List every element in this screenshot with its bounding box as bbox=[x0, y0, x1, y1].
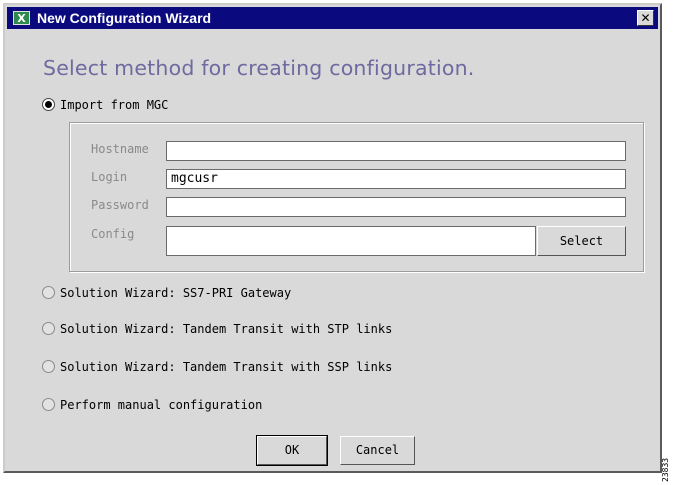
radio-unselected-icon[interactable] bbox=[42, 398, 55, 411]
close-icon: ✕ bbox=[640, 11, 651, 25]
config-label: Config bbox=[91, 227, 135, 241]
login-label: Login bbox=[91, 170, 128, 184]
radio-selected-icon[interactable] bbox=[42, 98, 55, 111]
login-input[interactable]: mgcusr bbox=[166, 169, 626, 189]
hostname-input[interactable] bbox=[166, 141, 626, 161]
option-label: Import from MGC bbox=[60, 98, 169, 112]
hostname-label: Hostname bbox=[91, 142, 149, 156]
radio-dot bbox=[45, 101, 52, 108]
radio-unselected-icon[interactable] bbox=[42, 360, 55, 373]
window-title: New Configuration Wizard bbox=[37, 10, 212, 26]
cancel-button[interactable]: Cancel bbox=[340, 436, 415, 465]
radio-unselected-icon[interactable] bbox=[42, 286, 55, 299]
figure-id: 23833 bbox=[661, 457, 670, 482]
close-button[interactable]: ✕ bbox=[637, 10, 654, 26]
select-config-button[interactable]: Select bbox=[537, 226, 626, 256]
page-heading: Select method for creating configuration… bbox=[43, 56, 475, 80]
option-label: Solution Wizard: Tandem Transit with SSP… bbox=[60, 360, 393, 374]
password-label: Password bbox=[91, 198, 149, 212]
ok-button[interactable]: OK bbox=[256, 435, 328, 466]
password-input[interactable] bbox=[166, 197, 626, 217]
title-bar[interactable]: X New Configuration Wizard ✕ bbox=[7, 7, 658, 29]
option-label: Perform manual configuration bbox=[60, 398, 263, 412]
app-icon: X bbox=[13, 11, 30, 25]
config-input[interactable] bbox=[166, 226, 536, 256]
option-label: Solution Wizard: SS7-PRI Gateway bbox=[60, 286, 292, 300]
radio-unselected-icon[interactable] bbox=[42, 322, 55, 335]
option-label: Solution Wizard: Tandem Transit with STP… bbox=[60, 322, 393, 336]
